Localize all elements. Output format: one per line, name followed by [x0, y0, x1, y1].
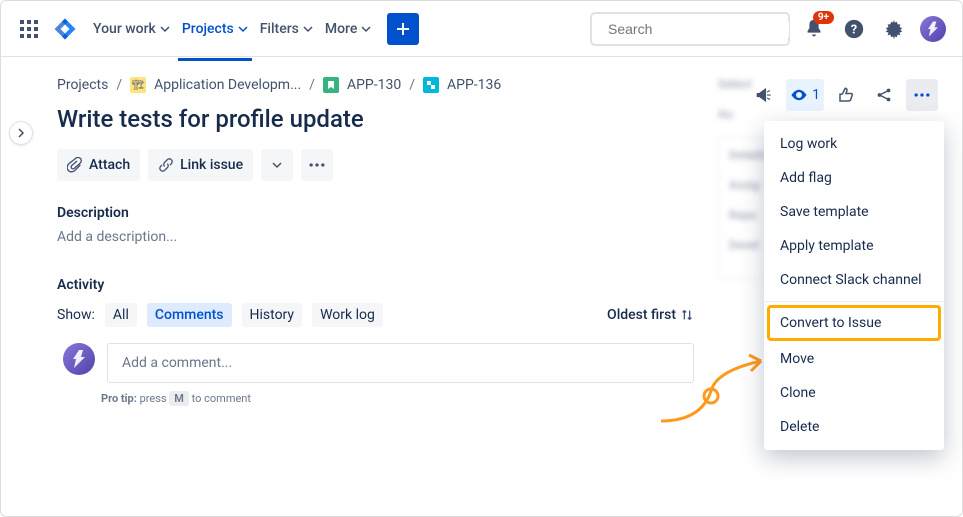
protip: Pro tip: press M to comment [101, 391, 694, 406]
notifications-icon[interactable]: 9+ [798, 13, 830, 45]
menu-save-template[interactable]: Save template [764, 195, 944, 229]
menu-connect-slack[interactable]: Connect Slack channel [764, 263, 944, 297]
subtask-type-icon [423, 77, 439, 93]
story-type-icon [323, 77, 339, 93]
menu-move[interactable]: Move [764, 342, 944, 376]
profile-avatar[interactable] [920, 16, 946, 42]
link-issue-button[interactable]: Link issue [148, 149, 253, 181]
breadcrumb-projects[interactable]: Projects [57, 77, 108, 93]
settings-icon[interactable] [878, 13, 910, 45]
issue-title[interactable]: Write tests for profile update [57, 105, 694, 133]
chevron-down-icon [272, 160, 282, 170]
nav-label: Filters [260, 21, 299, 37]
nav-label: Your work [93, 21, 156, 37]
tab-worklog[interactable]: Work log [312, 303, 383, 327]
more-horizontal-icon [307, 155, 327, 175]
svg-text:?: ? [851, 22, 857, 37]
chevron-down-icon [303, 24, 313, 34]
sort-icon [680, 308, 694, 322]
menu-delete[interactable]: Delete [764, 410, 944, 444]
tab-all[interactable]: All [105, 303, 137, 327]
more-toolbar-button[interactable] [301, 149, 333, 181]
show-label: Show: [57, 307, 95, 323]
chevron-right-icon [16, 128, 26, 138]
nav-more[interactable]: More [321, 13, 376, 45]
breadcrumb: Projects / 🏗 Application Developm... / A… [57, 77, 694, 93]
project-icon: 🏗 [130, 77, 146, 93]
attachment-icon [67, 157, 83, 173]
notification-badge: 9+ [813, 11, 834, 24]
description-label: Description [57, 205, 694, 221]
tab-comments[interactable]: Comments [147, 303, 232, 327]
nav-filters[interactable]: Filters [256, 13, 317, 45]
menu-convert-to-issue[interactable]: Convert to Issue [768, 306, 940, 340]
user-avatar [63, 343, 95, 375]
breadcrumb-issue[interactable]: APP-136 [447, 77, 501, 93]
nav-your-work[interactable]: Your work [89, 13, 174, 45]
link-issue-dropdown[interactable] [261, 149, 293, 181]
sort-button[interactable]: Oldest first [607, 307, 694, 323]
search-input[interactable] [590, 12, 790, 46]
breadcrumb-project[interactable]: Application Developm... [154, 77, 301, 93]
nav-projects[interactable]: Projects [178, 13, 252, 45]
more-actions-menu: Log work Add flag Save template Apply te… [764, 121, 944, 450]
sidebar-toggle[interactable] [9, 121, 33, 145]
search-field[interactable] [608, 21, 789, 37]
create-button[interactable] [387, 13, 419, 45]
chevron-down-icon [238, 24, 248, 34]
link-icon [158, 157, 174, 173]
menu-apply-template[interactable]: Apply template [764, 229, 944, 263]
activity-tabs: Show: All Comments History Work log Olde… [57, 303, 694, 327]
nav-label: More [325, 21, 358, 37]
issue-left-column: Projects / 🏗 Application Developm... / A… [57, 77, 694, 496]
keyboard-shortcut: M [169, 391, 189, 406]
menu-clone[interactable]: Clone [764, 376, 944, 410]
menu-add-flag[interactable]: Add flag [764, 161, 944, 195]
nav-label: Projects [182, 21, 234, 37]
menu-separator [764, 301, 944, 302]
attach-button[interactable]: Attach [57, 149, 140, 181]
link-label: Link issue [180, 157, 243, 173]
plus-icon [395, 21, 411, 37]
sort-label: Oldest first [607, 307, 676, 323]
top-nav: Your work Projects Filters More 9+ ? [1, 1, 962, 57]
tab-history[interactable]: History [242, 303, 303, 327]
chevron-down-icon [361, 24, 371, 34]
breadcrumb-parent[interactable]: APP-130 [347, 77, 401, 93]
help-icon[interactable]: ? [838, 13, 870, 45]
activity-label: Activity [57, 277, 694, 293]
app-switcher-icon[interactable] [17, 17, 41, 41]
comment-row: Add a comment... [57, 343, 694, 383]
issue-toolbar: Attach Link issue [57, 149, 694, 181]
chevron-down-icon [160, 24, 170, 34]
comment-input[interactable]: Add a comment... [107, 343, 694, 383]
menu-log-work[interactable]: Log work [764, 127, 944, 161]
description-field[interactable]: Add a description... [57, 229, 694, 245]
attach-label: Attach [89, 157, 130, 173]
jira-logo-icon[interactable] [53, 17, 77, 41]
